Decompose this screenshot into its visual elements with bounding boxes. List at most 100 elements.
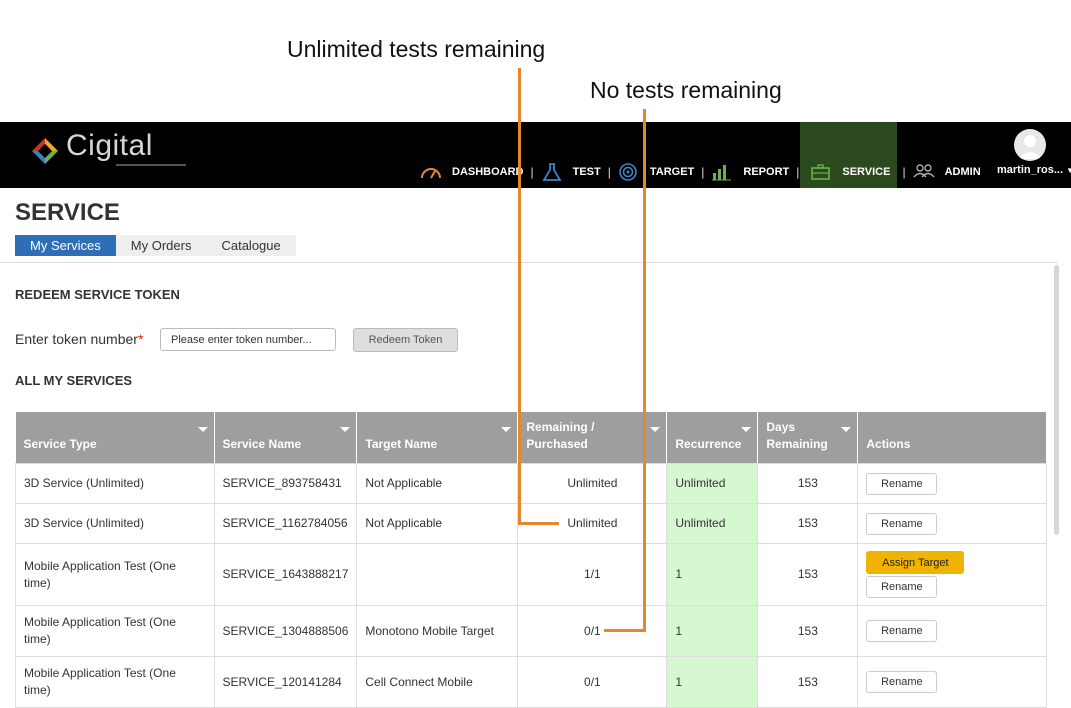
- briefcase-icon: [811, 164, 831, 180]
- sort-caret-icon[interactable]: [197, 427, 208, 432]
- annotation-line-none-horizontal: [604, 629, 646, 632]
- col-recurrence-label: Recurrence: [675, 437, 742, 451]
- sort-caret-icon[interactable]: [841, 427, 852, 432]
- rename-button[interactable]: Rename: [866, 512, 938, 535]
- cell-service-name: SERVICE_893758431: [213, 463, 358, 504]
- bar-chart-icon: [712, 165, 732, 181]
- cell-service-name: SERVICE_120141284: [213, 656, 358, 708]
- nav-service-label: SERVICE: [842, 166, 891, 178]
- cell-recurrence: 1: [666, 605, 759, 657]
- annotation-line-unlimited-vertical: [518, 68, 521, 525]
- annotation-line-unlimited-horizontal: [518, 522, 559, 525]
- col-actions: Actions: [857, 412, 1048, 464]
- col-days-label-2: Remaining: [766, 437, 828, 451]
- cell-service-type: 3D Service (Unlimited): [15, 463, 215, 504]
- chevron-down-icon: ▼: [1066, 166, 1071, 175]
- token-input[interactable]: [160, 328, 336, 351]
- sort-caret-icon[interactable]: [741, 427, 752, 432]
- page-title: SERVICE: [15, 199, 120, 226]
- logo-text: Cigital: [66, 129, 153, 162]
- col-service-name-label: Service Name: [222, 437, 302, 451]
- cell-service-name: SERVICE_1304888506: [213, 605, 358, 657]
- col-days-label-1: Days: [766, 420, 796, 434]
- user-name: martin_ros...: [997, 164, 1064, 176]
- cell-days: 153: [757, 656, 859, 708]
- sort-caret-icon[interactable]: [340, 427, 351, 432]
- cell-actions: Rename: [857, 503, 1048, 544]
- table-row: Mobile Application Test (One time) SERVI…: [15, 656, 1048, 708]
- services-table: Service Type Service Name Target Name Re…: [15, 412, 1048, 708]
- token-label-text: Enter token number: [15, 331, 138, 347]
- user-avatar[interactable]: [1014, 129, 1046, 161]
- redeem-token-button[interactable]: Redeem Token: [353, 328, 458, 352]
- users-icon: [913, 164, 935, 178]
- cell-actions: Rename: [857, 605, 1048, 657]
- logo-mark-icon: [32, 138, 58, 164]
- rename-button[interactable]: Rename: [866, 472, 938, 495]
- target-icon: [619, 163, 637, 181]
- top-navbar: Cigital DASHBOARD | TEST | TARGET | REPO…: [0, 122, 1071, 188]
- nav-dashboard-label: DASHBOARD: [452, 166, 524, 178]
- nav-separator: |: [796, 165, 800, 179]
- rename-button[interactable]: Rename: [866, 620, 938, 642]
- nav-target[interactable]: TARGET: [618, 163, 694, 181]
- nav-test-label: TEST: [572, 166, 601, 178]
- cell-service-name: SERVICE_1643888217: [213, 543, 358, 606]
- cell-recurrence: Unlimited: [666, 463, 759, 504]
- cell-recurrence: 1: [666, 656, 759, 708]
- col-target-name-label: Target Name: [365, 437, 438, 451]
- token-label: Enter token number*: [15, 331, 143, 347]
- table-header-row: Service Type Service Name Target Name Re…: [15, 412, 1048, 464]
- required-mark: *: [137, 331, 144, 347]
- col-days-remaining[interactable]: Days Remaining: [757, 412, 859, 464]
- cell-remaining: 0/1: [517, 656, 668, 708]
- cell-days: 153: [757, 605, 859, 657]
- scrollbar[interactable]: [1054, 265, 1059, 535]
- cell-target-name: Not Applicable: [356, 503, 519, 544]
- nav-test[interactable]: TEST: [541, 163, 601, 181]
- cell-service-type: Mobile Application Test (One time): [15, 656, 215, 708]
- nav-separator: |: [530, 165, 534, 179]
- tab-my-services[interactable]: My Services: [15, 235, 116, 256]
- cell-actions: Assign Target Rename: [857, 543, 1048, 606]
- rename-button[interactable]: Rename: [866, 576, 938, 598]
- col-target-name[interactable]: Target Name: [356, 412, 519, 464]
- sort-caret-icon[interactable]: [650, 427, 661, 432]
- cell-target-name: Monotono Mobile Target: [356, 605, 519, 657]
- header-divider: [0, 262, 1058, 263]
- nav-dashboard[interactable]: DASHBOARD: [420, 163, 524, 181]
- logo[interactable]: Cigital: [30, 128, 186, 172]
- cell-service-name: SERVICE_1162784056: [213, 503, 358, 544]
- nav-report[interactable]: REPORT: [711, 163, 789, 181]
- rename-button[interactable]: Rename: [866, 671, 938, 693]
- sort-caret-icon[interactable]: [501, 427, 512, 432]
- gauge-icon: [421, 168, 441, 179]
- nav-separator: |: [701, 165, 705, 179]
- tab-catalogue[interactable]: Catalogue: [206, 235, 295, 256]
- flask-icon: [542, 163, 562, 181]
- user-menu[interactable]: martin_ros... ▼: [997, 164, 1071, 176]
- cell-recurrence: 1: [666, 543, 759, 606]
- col-service-name[interactable]: Service Name: [214, 412, 358, 464]
- cell-days: 153: [757, 463, 859, 504]
- col-service-type-label: Service Type: [23, 437, 97, 451]
- assign-target-button[interactable]: Assign Target: [866, 551, 965, 574]
- cell-service-type: Mobile Application Test (One time): [15, 605, 215, 657]
- cell-service-type: Mobile Application Test (One time): [15, 543, 215, 606]
- col-remaining-label-1: Remaining /: [526, 420, 595, 434]
- nav-service[interactable]: SERVICE: [810, 163, 890, 181]
- cell-target-name: Cell Connect Mobile: [356, 656, 519, 708]
- col-service-type[interactable]: Service Type: [15, 412, 215, 464]
- col-recurrence[interactable]: Recurrence: [666, 412, 759, 464]
- annotation-unlimited: Unlimited tests remaining: [287, 36, 546, 62]
- nav-report-label: REPORT: [743, 166, 790, 178]
- main-nav: DASHBOARD | TEST | TARGET | REPORT | SER…: [420, 162, 981, 182]
- logo-tagline: [116, 164, 186, 166]
- nav-admin[interactable]: ADMIN: [913, 163, 981, 181]
- tab-my-orders[interactable]: My Orders: [116, 235, 207, 256]
- services-section-title: ALL MY SERVICES: [15, 373, 133, 388]
- col-actions-label: Actions: [866, 437, 911, 451]
- nav-admin-label: ADMIN: [944, 166, 981, 178]
- annotation-line-none-vertical: [643, 109, 646, 632]
- cell-recurrence: Unlimited: [666, 503, 759, 544]
